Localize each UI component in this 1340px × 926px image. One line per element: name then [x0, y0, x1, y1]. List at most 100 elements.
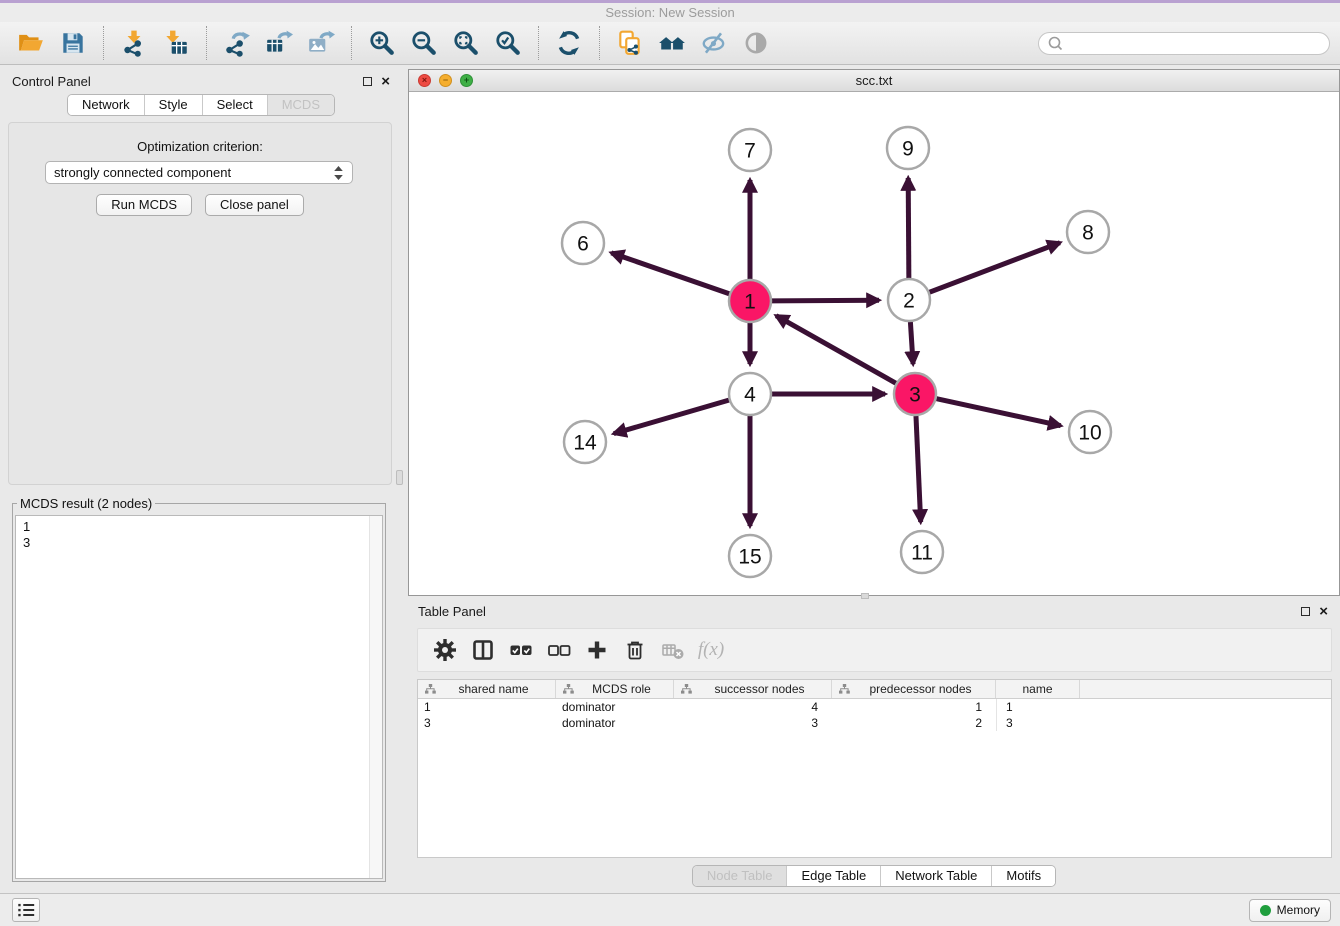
open-folder-icon[interactable]: [13, 25, 49, 61]
panel-divider-handle[interactable]: [396, 470, 403, 485]
task-history-icon[interactable]: [12, 898, 40, 922]
import-network-icon[interactable]: [116, 25, 152, 61]
node-label-15: 15: [738, 546, 761, 569]
node-label-7: 7: [744, 140, 756, 163]
edge-1-6[interactable]: [611, 253, 729, 294]
zoom-in-icon[interactable]: [364, 25, 400, 61]
gear-icon[interactable]: [428, 633, 462, 667]
home-icon[interactable]: [654, 25, 690, 61]
mcds-panel: Optimization criterion: strongly connect…: [8, 122, 392, 485]
delete-table-icon[interactable]: [656, 633, 690, 667]
node-label-8: 8: [1082, 222, 1094, 245]
column-header-successor-nodes[interactable]: successor nodes: [674, 680, 832, 698]
memory-label: Memory: [1277, 903, 1320, 917]
close-panel-button[interactable]: Close panel: [205, 194, 304, 216]
tab-network[interactable]: Network: [68, 95, 144, 115]
edge-2-9[interactable]: [908, 178, 909, 278]
table-panel: Table Panel × f(x): [408, 599, 1340, 896]
control-panel-float-icon[interactable]: [363, 77, 372, 86]
node-label-9: 9: [902, 138, 914, 161]
function-builder-icon[interactable]: f(x): [694, 633, 728, 667]
delete-column-icon[interactable]: [618, 633, 652, 667]
node-label-4: 4: [744, 384, 756, 407]
add-column-icon[interactable]: [580, 633, 614, 667]
tab-motifs[interactable]: Motifs: [991, 866, 1055, 886]
column-header-name[interactable]: name: [996, 680, 1080, 698]
cell-predecessor-nodes[interactable]: 1: [832, 699, 996, 715]
optimization-criterion-value: strongly connected component: [54, 165, 333, 180]
node-label-2: 2: [903, 290, 915, 313]
table-panel-close-icon[interactable]: ×: [1319, 606, 1328, 617]
clone-network-icon[interactable]: [612, 25, 648, 61]
optimization-criterion-select[interactable]: strongly connected component: [45, 161, 353, 184]
deselect-all-icon[interactable]: [542, 633, 576, 667]
cell-mcds-role[interactable]: dominator: [556, 699, 674, 715]
namespace-icon: [425, 684, 436, 694]
zoom-selected-icon[interactable]: [490, 25, 526, 61]
edge-3-11[interactable]: [916, 416, 921, 522]
tab-select[interactable]: Select: [202, 95, 267, 115]
memory-button[interactable]: Memory: [1249, 899, 1331, 922]
eye-icon[interactable]: [738, 25, 774, 61]
edge-3-1[interactable]: [776, 316, 896, 383]
cell-empty: [1080, 699, 1331, 715]
cell-name[interactable]: 3: [996, 715, 1080, 731]
save-icon[interactable]: [55, 25, 91, 61]
application-window: Session: New Session: [0, 0, 1340, 926]
edge-3-10[interactable]: [936, 399, 1060, 426]
table-panel-title: Table Panel: [418, 604, 486, 619]
column-header-shared-name[interactable]: shared name: [418, 680, 556, 698]
column-header-mcds-role[interactable]: MCDS role: [556, 680, 674, 698]
cell-successor-nodes[interactable]: 4: [674, 699, 832, 715]
import-table-icon[interactable]: [158, 25, 194, 61]
zoom-out-icon[interactable]: [406, 25, 442, 61]
select-all-icon[interactable]: [504, 633, 538, 667]
toggle-graphics-details-icon[interactable]: [696, 25, 732, 61]
namespace-icon: [681, 684, 692, 694]
toolbar-separator: [538, 26, 539, 60]
table-toolbar: f(x): [417, 628, 1332, 672]
network-graph[interactable]: 1234678910111415: [409, 92, 1339, 594]
zoom-fit-icon[interactable]: [448, 25, 484, 61]
table-row[interactable]: 3 dominator 3 2 3: [418, 715, 1331, 731]
column-header-predecessor-nodes[interactable]: predecessor nodes: [832, 680, 996, 698]
refresh-icon[interactable]: [551, 25, 587, 61]
window-titlebar: Session: New Session: [0, 3, 1340, 22]
search-field[interactable]: [1038, 32, 1330, 55]
tab-style[interactable]: Style: [144, 95, 202, 115]
cell-shared-name[interactable]: 3: [418, 715, 556, 731]
result-scrollbar[interactable]: [369, 516, 382, 878]
tab-node-table[interactable]: Node Table: [693, 866, 787, 886]
toolbar-separator: [351, 26, 352, 60]
tab-mcds[interactable]: MCDS: [267, 95, 334, 115]
tab-edge-table[interactable]: Edge Table: [786, 866, 880, 886]
export-image-icon[interactable]: [303, 25, 339, 61]
cell-shared-name[interactable]: 1: [418, 699, 556, 715]
mcds-result-title: MCDS result (2 nodes): [17, 496, 155, 511]
mcds-result-text[interactable]: 1 3: [15, 515, 383, 879]
node-label-11: 11: [911, 542, 933, 565]
mcds-result-group: MCDS result (2 nodes) 1 3: [12, 496, 386, 882]
cell-mcds-role[interactable]: dominator: [556, 715, 674, 731]
table-tab-bar: Node Table Edge Table Network Table Moti…: [692, 865, 1056, 887]
export-network-icon[interactable]: [219, 25, 255, 61]
table-header-row: shared name MCDS role successor nodes pr…: [418, 680, 1331, 699]
edge-2-3[interactable]: [910, 322, 913, 364]
search-input[interactable]: [1068, 36, 1321, 50]
edge-2-8[interactable]: [930, 243, 1060, 293]
cell-name[interactable]: 1: [996, 699, 1080, 715]
control-panel: Control Panel × Network Style Select MCD…: [0, 68, 402, 893]
table-panel-float-icon[interactable]: [1301, 607, 1310, 616]
tab-network-table[interactable]: Network Table: [880, 866, 991, 886]
export-table-icon[interactable]: [261, 25, 297, 61]
control-panel-close-icon[interactable]: ×: [381, 76, 390, 87]
run-mcds-button[interactable]: Run MCDS: [96, 194, 192, 216]
edge-4-14[interactable]: [614, 400, 729, 433]
edge-1-2[interactable]: [772, 300, 879, 301]
cell-predecessor-nodes[interactable]: 2: [832, 715, 996, 731]
toolbar-separator: [206, 26, 207, 60]
cell-successor-nodes[interactable]: 3: [674, 715, 832, 731]
network-canvas[interactable]: 1234678910111415: [409, 92, 1339, 594]
table-row[interactable]: 1 dominator 4 1 1: [418, 699, 1331, 715]
columns-icon[interactable]: [466, 633, 500, 667]
